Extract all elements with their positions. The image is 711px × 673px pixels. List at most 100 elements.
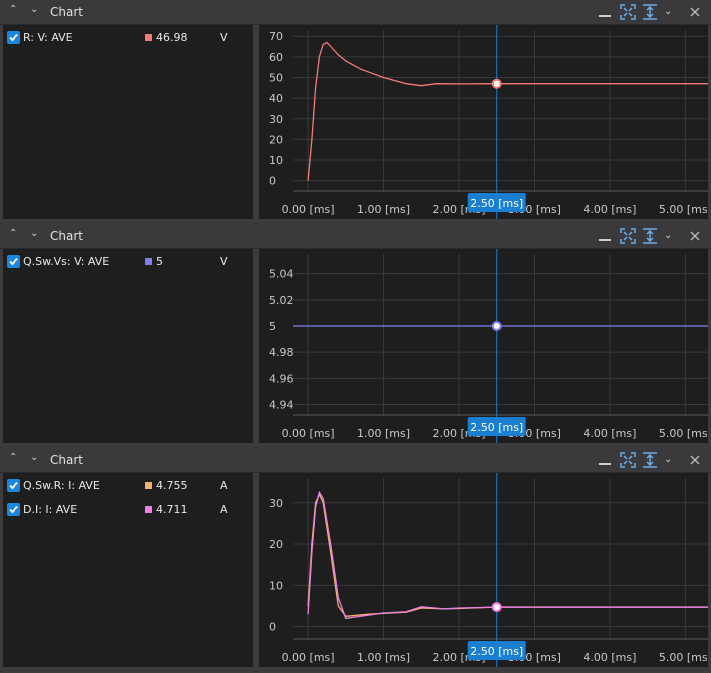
legend-item[interactable]: Q.Sw.Vs: V: AVE 5 V	[7, 254, 247, 270]
checkbox-checked-icon[interactable]	[7, 31, 20, 44]
cursor-point	[491, 320, 502, 331]
series-line	[307, 492, 708, 617]
x-tick-label: 1.00 [ms]	[357, 203, 410, 216]
plot-area[interactable]: 0.00 [ms] 1.00 [ms] 2.00 [ms] 3.00 [ms] 4.00…	[259, 473, 711, 667]
fit-all-icon[interactable]	[619, 3, 637, 21]
x-tick-label: 5.00 [ms]	[659, 427, 708, 440]
y-tick-label: 30	[269, 113, 283, 126]
cursor-label: 2.50 [ms]	[470, 197, 523, 210]
plot-area[interactable]: 0.00 [ms] 1.00 [ms] 2.00 [ms] 3.00 [ms] 4.00…	[259, 25, 711, 219]
legend-item[interactable]: Q.Sw.R: I: AVE 4.755 A	[7, 478, 247, 494]
fit-all-icon[interactable]	[619, 227, 637, 245]
x-tick-label: 4.00 [ms]	[583, 427, 636, 440]
series-name: R: V: AVE	[23, 31, 73, 44]
dropdown-icon[interactable]: ⌄	[664, 230, 672, 241]
y-tick-label: 20	[269, 133, 283, 146]
series-name: Q.Sw.Vs: V: AVE	[23, 255, 110, 268]
y-tick-label: 30	[269, 497, 283, 510]
dropdown-icon[interactable]: ⌄	[664, 6, 672, 17]
x-tick-label: 5.00 [ms]	[659, 651, 708, 664]
y-tick-label: 4.98	[269, 346, 294, 359]
legend-area: Q.Sw.Vs: V: AVE 5 V	[3, 249, 253, 443]
series-unit: V	[220, 31, 228, 44]
panel-title: Chart	[50, 453, 83, 467]
minimize-icon[interactable]	[596, 227, 614, 245]
series-value: 5	[156, 255, 163, 268]
fit-all-icon[interactable]	[619, 451, 637, 469]
y-tick-label: 5.04	[269, 268, 294, 281]
series-name: D.I: I: AVE	[23, 503, 78, 516]
series-name: Q.Sw.R: I: AVE	[23, 479, 100, 492]
chevron-up-icon[interactable]: ⌃	[9, 4, 17, 15]
fit-vertical-icon[interactable]	[641, 3, 659, 21]
y-tick-label: 70	[269, 30, 283, 43]
panel-title: Chart	[50, 229, 83, 243]
chart-plot-2[interactable]: 0.00 [ms] 1.00 [ms] 2.00 [ms] 3.00 [ms] 4.00…	[259, 249, 711, 443]
plot-area[interactable]: 0.00 [ms] 1.00 [ms] 2.00 [ms] 3.00 [ms] 4.00…	[259, 249, 711, 443]
series-swatch	[145, 506, 152, 513]
panel-header: ⌃ ⌄ Chart ⌄	[0, 448, 711, 473]
y-tick-label: 10	[269, 154, 283, 167]
minimize-icon[interactable]	[596, 451, 614, 469]
chevron-up-icon[interactable]: ⌃	[9, 228, 17, 239]
series-swatch	[145, 482, 152, 489]
x-tick-label: 4.00 [ms]	[583, 651, 636, 664]
fit-vertical-icon[interactable]	[641, 227, 659, 245]
close-icon[interactable]	[686, 3, 704, 21]
legend-area: Q.Sw.R: I: AVE 4.755 A D.I: I: AVE 4.711…	[3, 473, 253, 667]
chevron-up-icon[interactable]: ⌃	[9, 452, 17, 463]
x-tick-label: 4.00 [ms]	[583, 203, 636, 216]
chart-panel-2: ⌃ ⌄ Chart ⌄ Q.Sw.Vs: V: AVE 5 V 0.00 [ms…	[0, 224, 711, 446]
series-value: 4.711	[156, 503, 188, 516]
x-tick-label: 1.00 [ms]	[357, 427, 410, 440]
x-tick-label: 1.00 [ms]	[357, 651, 410, 664]
x-tick-label: 0.00 [ms]	[282, 427, 335, 440]
dropdown-icon[interactable]: ⌄	[664, 454, 672, 465]
chart-plot-3[interactable]: 0.00 [ms] 1.00 [ms] 2.00 [ms] 3.00 [ms] 4.00…	[259, 473, 711, 667]
series-swatch	[145, 34, 152, 41]
series-value: 46.98	[156, 31, 188, 44]
y-tick-label: 5	[269, 320, 276, 333]
y-tick-label: 5.02	[269, 294, 294, 307]
series-value: 4.755	[156, 479, 188, 492]
y-tick-label: 0	[269, 175, 276, 188]
x-tick-label: 0.00 [ms]	[282, 651, 335, 664]
legend-item[interactable]: R: V: AVE 46.98 V	[7, 30, 247, 46]
checkbox-checked-icon[interactable]	[7, 255, 20, 268]
close-icon[interactable]	[686, 451, 704, 469]
chart-panel-3: ⌃ ⌄ Chart ⌄ Q.Sw.R: I: AVE 4.755 A D.I: …	[0, 448, 711, 670]
y-tick-label: 4.94	[269, 399, 294, 412]
y-tick-label: 0	[269, 621, 276, 634]
minimize-icon[interactable]	[596, 3, 614, 21]
checkbox-checked-icon[interactable]	[7, 479, 20, 492]
series-line	[307, 490, 708, 620]
chevron-down-icon[interactable]: ⌄	[30, 452, 38, 463]
series-unit: V	[220, 255, 228, 268]
series-unit: A	[220, 503, 228, 516]
cursor-label: 2.50 [ms]	[470, 645, 523, 658]
legend-area: R: V: AVE 46.98 V	[3, 25, 253, 219]
panel-title: Chart	[50, 5, 83, 19]
x-tick-label: 5.00 [ms]	[659, 203, 708, 216]
close-icon[interactable]	[686, 227, 704, 245]
panel-header: ⌃ ⌄ Chart ⌄	[0, 0, 711, 25]
checkbox-checked-icon[interactable]	[7, 503, 20, 516]
y-tick-label: 10	[269, 579, 283, 592]
chevron-down-icon[interactable]: ⌄	[30, 4, 38, 15]
cursor-label: 2.50 [ms]	[470, 421, 523, 434]
chevron-down-icon[interactable]: ⌄	[30, 228, 38, 239]
cursor-point	[491, 602, 502, 613]
chart-plot-1[interactable]: 0.00 [ms] 1.00 [ms] 2.00 [ms] 3.00 [ms] 4.00…	[259, 25, 711, 219]
legend-item[interactable]: D.I: I: AVE 4.711 A	[7, 502, 247, 518]
fit-vertical-icon[interactable]	[641, 451, 659, 469]
series-swatch	[145, 258, 152, 265]
y-tick-label: 50	[269, 71, 283, 84]
panel-header: ⌃ ⌄ Chart ⌄	[0, 224, 711, 249]
y-tick-label: 4.96	[269, 372, 294, 385]
chart-panel-1: ⌃ ⌄ Chart ⌄ R: V: AVE 46.98 V 0.00 [ms] 1…	[0, 0, 711, 222]
cursor-point	[491, 78, 502, 89]
y-tick-label: 20	[269, 538, 283, 551]
series-unit: A	[220, 479, 228, 492]
x-tick-label: 0.00 [ms]	[282, 203, 335, 216]
y-tick-label: 40	[269, 92, 283, 105]
